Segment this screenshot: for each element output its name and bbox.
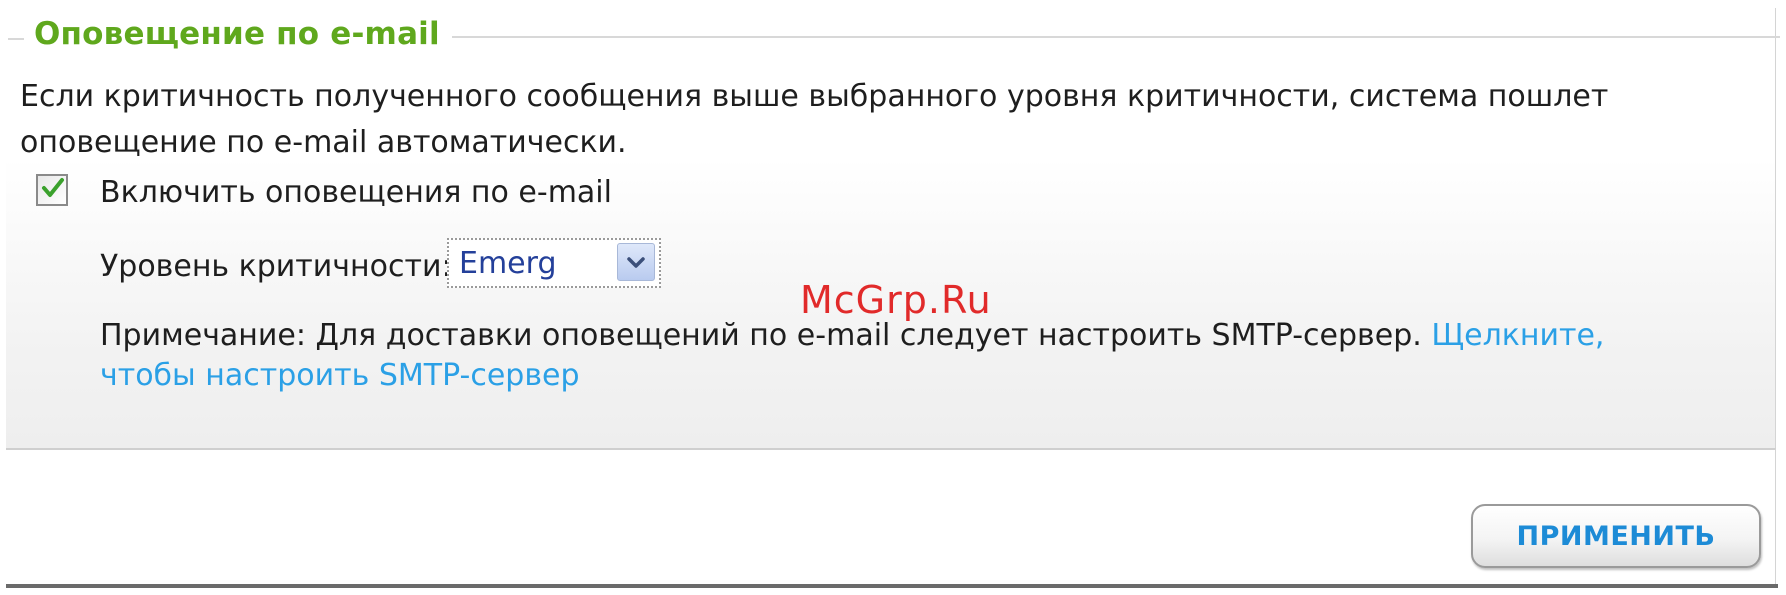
- panel-bottom-edge: [6, 584, 1778, 588]
- chevron-down-icon: [627, 257, 645, 268]
- dropdown-arrow-button[interactable]: [617, 243, 655, 281]
- check-icon: [42, 178, 64, 197]
- enable-email-alerts-label[interactable]: Включить оповещения по e-mail: [100, 174, 612, 212]
- smtp-note-text: Примечание: Для доставки оповещений по e…: [100, 318, 1432, 353]
- section-description: Если критичность полученного сообщения в…: [20, 79, 1609, 160]
- apply-button[interactable]: ПРИМЕНИТЬ: [1471, 504, 1761, 568]
- smtp-note: Примечание: Для доставки оповещений по e…: [100, 316, 1700, 396]
- fieldset-border-left: [8, 38, 24, 40]
- severity-selected-value: Emerg: [459, 246, 557, 281]
- severity-level-label: Уровень критичности:: [100, 249, 452, 284]
- severity-level-select[interactable]: Emerg: [447, 238, 661, 288]
- fieldset-border-right: [452, 36, 1780, 38]
- enable-email-alerts-checkbox[interactable]: [36, 174, 68, 206]
- section-legend: Оповещение по e-mail: [34, 16, 440, 52]
